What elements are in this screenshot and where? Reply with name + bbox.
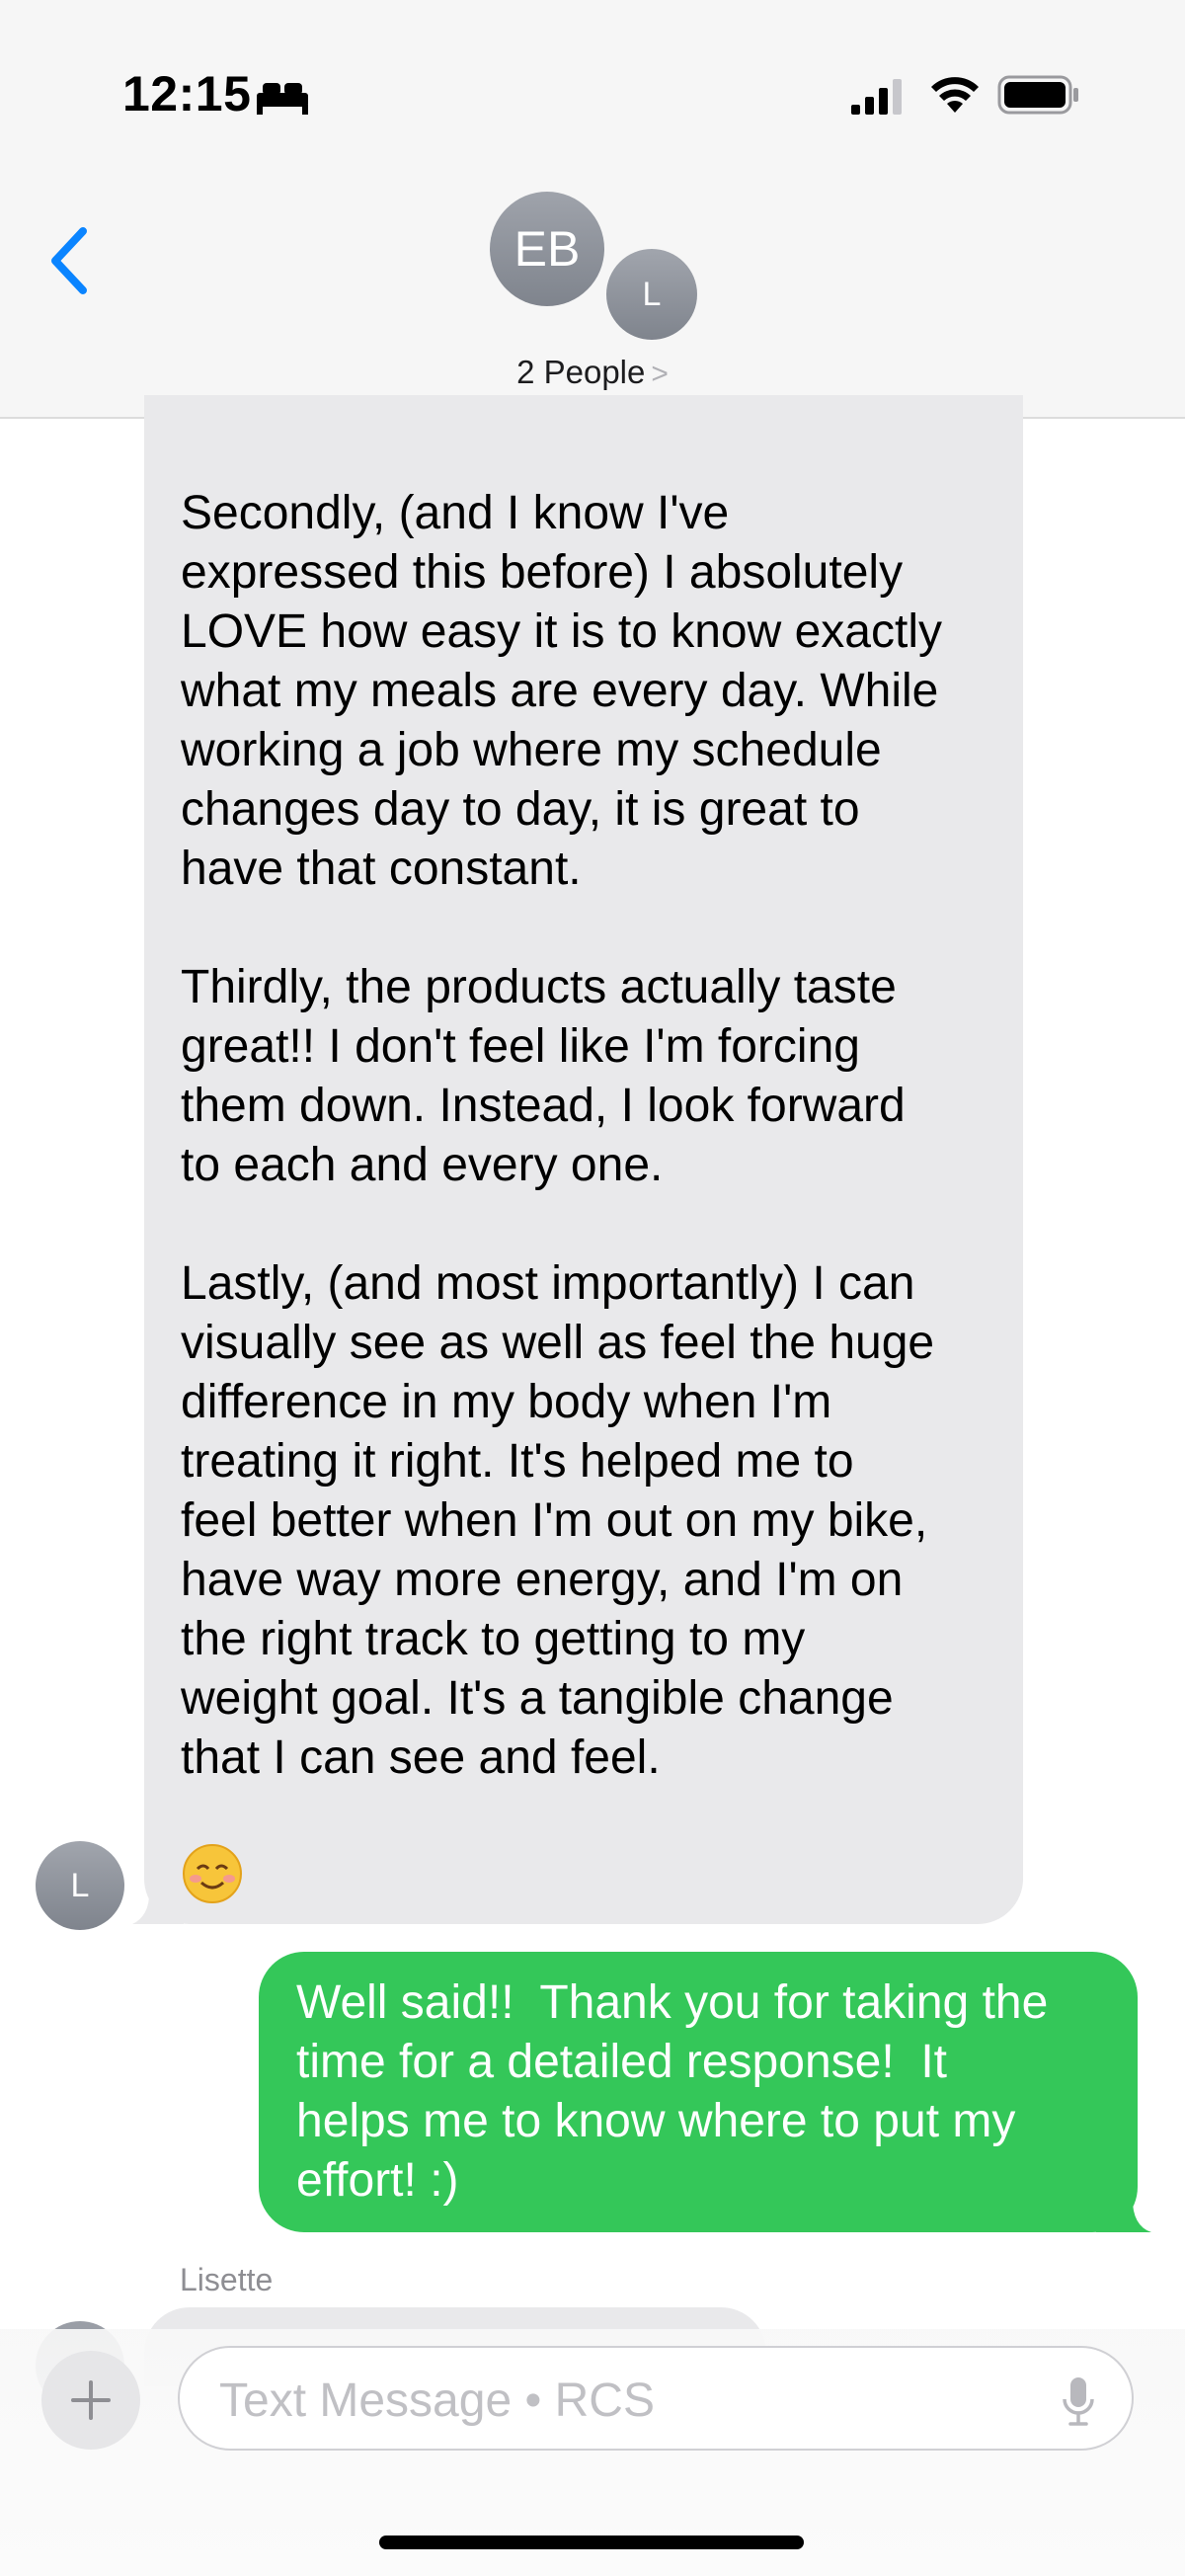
incoming-message-text: Secondly, (and I know I've expressed thi… bbox=[181, 487, 942, 1784]
sender-name: Lisette bbox=[180, 2262, 274, 2297]
add-attachment-button[interactable] bbox=[41, 2351, 140, 2450]
wifi-icon bbox=[931, 77, 979, 113]
microphone-icon[interactable] bbox=[1061, 2375, 1096, 2427]
message-input[interactable]: Text Message • RCS bbox=[178, 2346, 1134, 2451]
battery-icon bbox=[997, 75, 1078, 115]
conversation-header: 12:15 EB L 2 People > bbox=[0, 0, 1185, 419]
sleep-focus-icon bbox=[257, 83, 308, 115]
people-details-link[interactable]: 2 People > bbox=[0, 354, 1185, 391]
status-time: 12:15 bbox=[122, 66, 252, 121]
bubble-tail bbox=[132, 1877, 184, 1924]
home-indicator[interactable] bbox=[379, 2536, 804, 2549]
cellular-signal-icon bbox=[851, 79, 902, 115]
message-input-placeholder: Text Message • RCS bbox=[219, 2375, 655, 2427]
outgoing-message-text: Well said!! Thank you for taking the tim… bbox=[296, 1976, 1049, 2207]
member-avatar[interactable]: L bbox=[606, 249, 697, 340]
smiling-face-emoji bbox=[183, 1844, 242, 1903]
sender-avatar[interactable]: L bbox=[36, 1841, 124, 1930]
chevron-left-icon[interactable] bbox=[45, 225, 93, 296]
plus-icon bbox=[71, 2380, 111, 2420]
group-avatar[interactable]: EB bbox=[490, 192, 604, 306]
chevron-right-icon: > bbox=[651, 358, 669, 390]
people-count-label: 2 People bbox=[516, 354, 646, 390]
